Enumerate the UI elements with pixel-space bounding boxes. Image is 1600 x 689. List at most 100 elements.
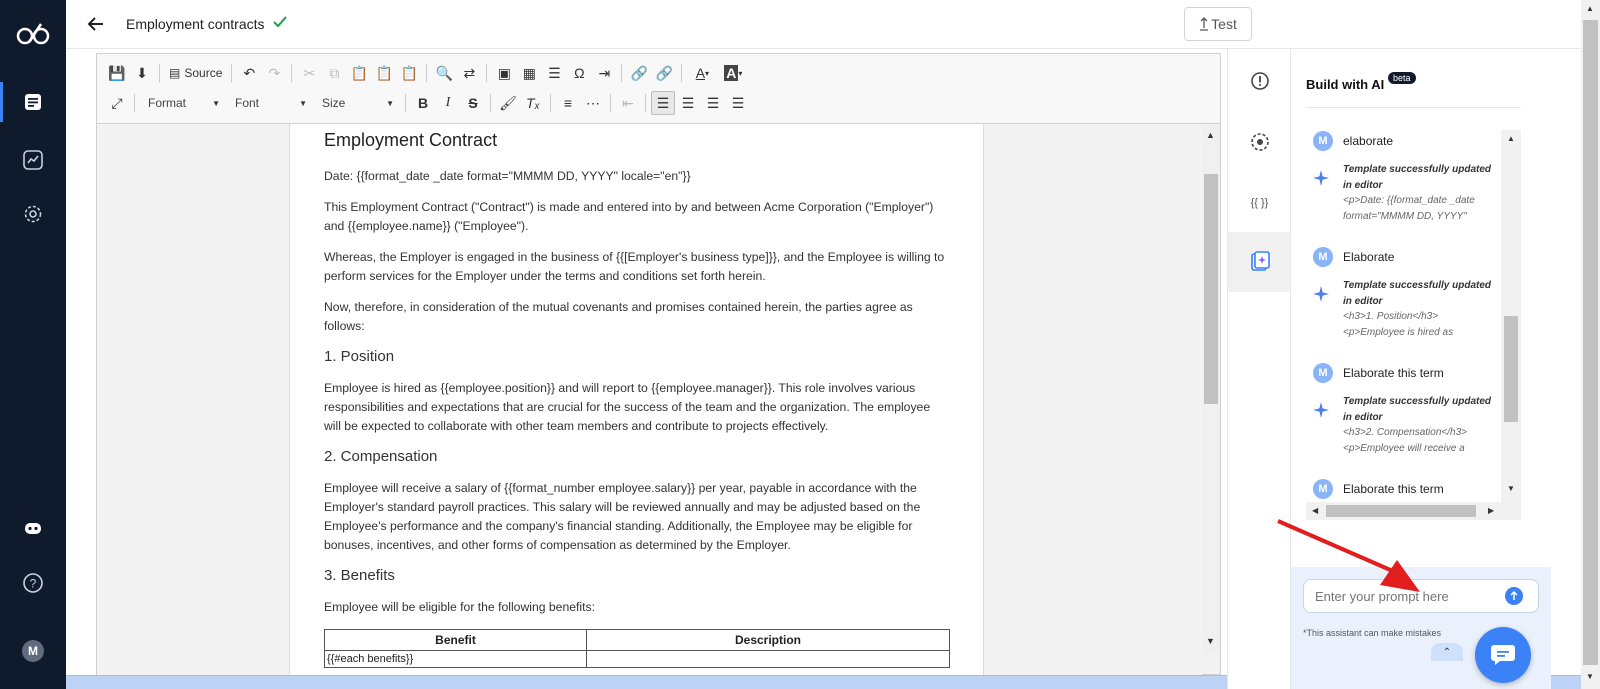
document-title[interactable]: Employment Contract (324, 130, 949, 151)
save-icon[interactable]: 💾 (105, 61, 129, 85)
font-dropdown[interactable]: Font ▼ (227, 92, 313, 114)
horizontal-line-icon[interactable]: ☰ (542, 61, 566, 85)
intro-paragraph[interactable]: This Employment Contract ("Contract") is… (324, 198, 949, 236)
table-icon[interactable]: ▦ (517, 61, 541, 85)
scroll-thumb[interactable] (1583, 20, 1598, 665)
background-color-icon[interactable]: A ▾ (718, 61, 748, 85)
scroll-thumb[interactable] (1326, 505, 1476, 517)
chat-scrollbar[interactable]: ▲ ▼ (1501, 130, 1521, 502)
special-char-icon[interactable]: Ω (567, 61, 591, 85)
section-heading-position[interactable]: 1. Position (324, 348, 949, 365)
validation-tool[interactable] (1228, 51, 1291, 111)
prompt-input[interactable] (1303, 579, 1539, 613)
align-center-icon[interactable]: ☰ (676, 91, 700, 115)
redo-icon[interactable]: ↷ (262, 61, 286, 85)
benefits-paragraph[interactable]: Employee will be eligible for the follow… (324, 598, 949, 617)
link-icon[interactable]: 🔗 (627, 61, 651, 85)
size-dropdown[interactable]: Size ▼ (314, 92, 400, 114)
find-icon[interactable]: 🔍 (432, 61, 456, 85)
bulleted-list-icon[interactable]: ⋯ (581, 91, 605, 115)
collapse-button[interactable]: ⌃ (1431, 643, 1463, 661)
user-avatar[interactable]: M (22, 640, 44, 662)
image-icon[interactable]: ▣ (492, 61, 516, 85)
source-button[interactable]: ▤ Source (165, 61, 226, 85)
section-heading-benefits[interactable]: 3. Benefits (324, 567, 949, 584)
download-icon[interactable]: ⬇ (130, 61, 154, 85)
test-button[interactable]: Test (1184, 7, 1252, 41)
scroll-up-icon[interactable]: ▲ (1206, 130, 1215, 140)
unlink-icon[interactable]: 🔗 (652, 61, 676, 85)
paste-icon[interactable]: 📋 (347, 61, 371, 85)
strikethrough-icon[interactable]: S (461, 91, 485, 115)
app-logo-icon[interactable] (16, 20, 50, 46)
nav-help[interactable]: ? (0, 563, 66, 603)
ai-code-line: <p>Employee is hired as (1343, 326, 1454, 338)
scroll-thumb[interactable] (1504, 316, 1518, 422)
variables-tool[interactable]: {{ }} (1228, 173, 1291, 233)
ai-tool[interactable] (1228, 232, 1291, 292)
scroll-left-icon[interactable]: ◀ (1312, 506, 1318, 515)
now-therefore-paragraph[interactable]: Now, therefore, in consideration of the … (324, 298, 949, 336)
table-header[interactable]: Description (586, 629, 950, 651)
cut-icon[interactable]: ✂ (297, 61, 321, 85)
whereas-paragraph[interactable]: Whereas, the Employer is engaged in the … (324, 248, 949, 286)
replace-icon[interactable]: ⇄ (457, 61, 481, 85)
text-color-icon[interactable]: A ▾ (687, 61, 717, 85)
italic-icon[interactable]: I (436, 91, 460, 115)
scroll-down-icon[interactable]: ▼ (1206, 636, 1215, 646)
user-avatar-icon: M (1313, 363, 1333, 383)
date-paragraph[interactable]: Date: {{format_date _date format="MMMM D… (324, 167, 949, 186)
copy-format-icon[interactable]: 🖌 (496, 91, 520, 115)
table-cell[interactable]: {{#each benefits}} (324, 650, 587, 668)
test-icon (1200, 17, 1209, 31)
bold-icon[interactable]: B (411, 91, 435, 115)
section-heading-compensation[interactable]: 2. Compensation (324, 448, 949, 465)
rich-text-editor: 💾 ⬇ ▤ Source ↶ ↷ ✂ ⧉ 📋 📋 📋 🔍 ⇄ ▣ ▦ ☰ Ω ⇥ … (96, 53, 1221, 676)
chat-history[interactable]: Melaborate Template successfully updated… (1306, 130, 1521, 520)
maximize-icon[interactable]: ⤢ (105, 91, 129, 115)
undo-icon[interactable]: ↶ (237, 61, 261, 85)
scroll-down-icon[interactable]: ▼ (1507, 484, 1515, 493)
page-break-icon[interactable]: ⇥ (592, 61, 616, 85)
outdent-icon[interactable]: ⇤ (616, 91, 640, 115)
divider (1306, 107, 1521, 108)
window-scrollbar[interactable]: ▲ ▼ (1581, 0, 1600, 689)
paste-text-icon[interactable]: 📋 (372, 61, 396, 85)
scroll-up-icon[interactable]: ▲ (1586, 4, 1594, 13)
scroll-up-icon[interactable]: ▲ (1507, 134, 1515, 143)
chat-exchange: M Elaborate Template successfully updated… (1306, 246, 1501, 362)
numbered-list-icon[interactable]: ≡ (556, 91, 580, 115)
copy-icon[interactable]: ⧉ (322, 61, 346, 85)
paste-word-icon[interactable]: 📋 (397, 61, 421, 85)
table-header[interactable]: Benefit (324, 629, 587, 651)
send-button[interactable] (1505, 587, 1523, 605)
back-arrow-icon[interactable] (86, 14, 106, 34)
position-paragraph[interactable]: Employee is hired as {{employee.position… (324, 379, 949, 436)
align-right-icon[interactable]: ☰ (701, 91, 725, 115)
align-left-icon[interactable]: ☰ (651, 91, 675, 115)
table-cell[interactable] (586, 650, 950, 668)
sparkle-icon (1313, 286, 1329, 302)
editor-scrollbar[interactable]: ▲ ▼ (1202, 124, 1220, 654)
braces-icon: {{ }} (1250, 197, 1269, 209)
nav-settings[interactable] (0, 194, 66, 234)
format-dropdown[interactable]: Format ▼ (140, 92, 226, 114)
nav-analytics[interactable] (0, 140, 66, 180)
scroll-right-icon[interactable]: ▶ (1488, 506, 1494, 515)
nav-templates[interactable] (0, 82, 66, 122)
disclaimer-text: *This assistant can make mistakes (1303, 628, 1442, 638)
scroll-thumb[interactable] (1204, 174, 1218, 404)
chat-horizontal-scrollbar[interactable]: ◀ ▶ (1306, 502, 1521, 520)
scroll-down-icon[interactable]: ▼ (1586, 672, 1594, 681)
justify-icon[interactable]: ☰ (726, 91, 750, 115)
benefits-table[interactable]: Benefit Description {{#each benefits}} (324, 629, 950, 668)
ai-code-line: <h3>1. Position</h3> (1343, 311, 1439, 322)
preview-tool[interactable] (1228, 112, 1291, 172)
nav-assistant[interactable] (0, 508, 66, 548)
document-page[interactable]: Employment Contract Date: {{format_date … (289, 124, 984, 676)
ai-code-line: <p>Employee will receive a (1343, 442, 1465, 454)
remove-format-icon[interactable]: Tₓ (521, 91, 545, 115)
compensation-paragraph[interactable]: Employee will receive a salary of {{form… (324, 479, 949, 555)
editor-canvas[interactable]: Employment Contract Date: {{format_date … (97, 124, 1202, 676)
support-chat-button[interactable] (1475, 627, 1531, 683)
